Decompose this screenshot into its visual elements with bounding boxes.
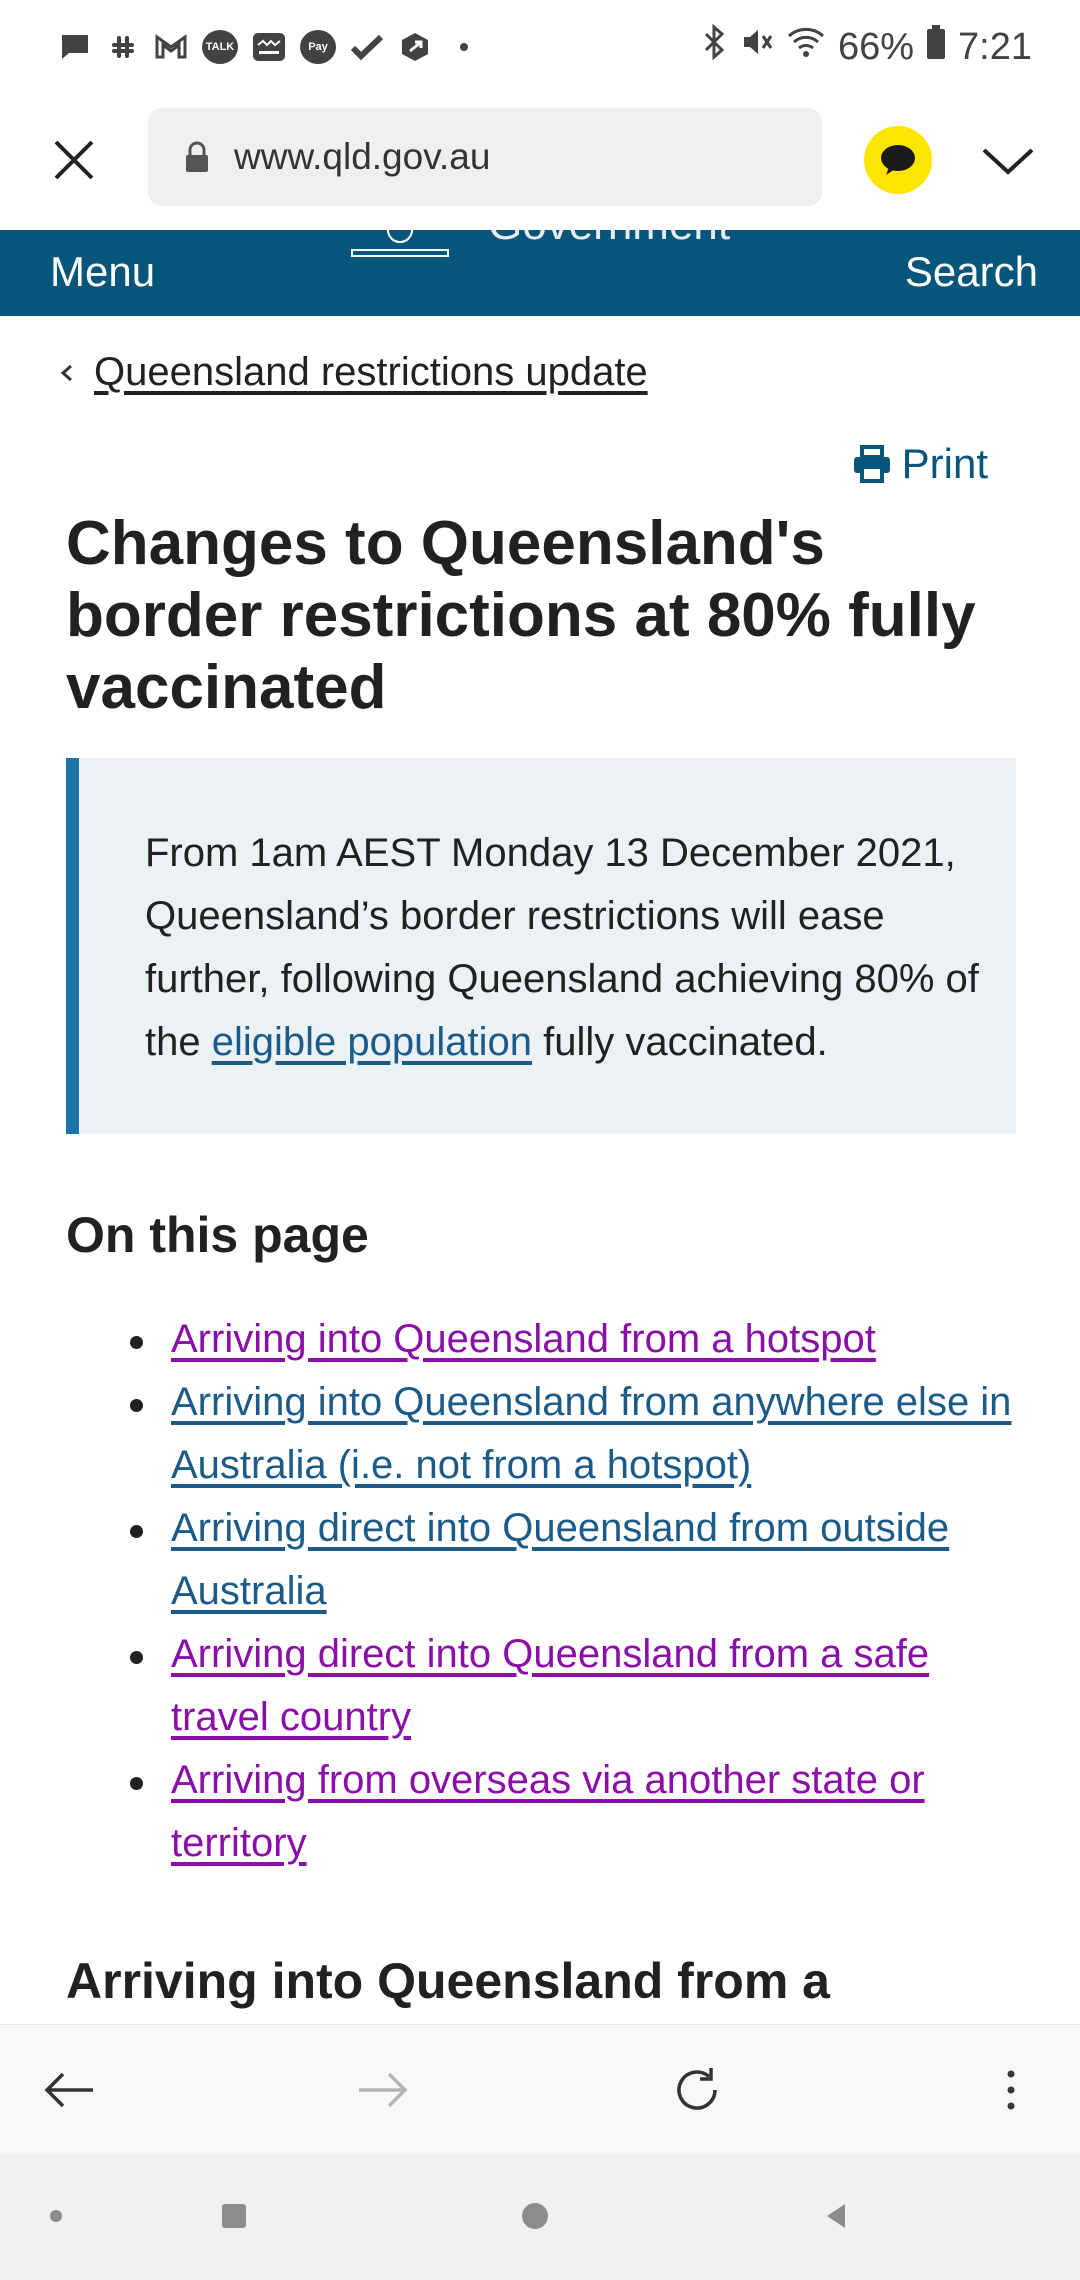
kakaotalk-share-button[interactable] bbox=[864, 126, 932, 194]
toc-link-overseas-via-state[interactable]: Arriving from overseas via another state… bbox=[171, 1758, 925, 1865]
breadcrumb: Queensland restrictions update bbox=[58, 350, 648, 395]
page-title: Changes to Queensland's border restricti… bbox=[66, 509, 976, 722]
on-this-page-heading: On this page bbox=[66, 1207, 369, 1263]
search-button[interactable]: Search bbox=[905, 248, 1038, 296]
circle-icon bbox=[522, 2203, 548, 2229]
chevron-left-icon[interactable] bbox=[58, 358, 76, 388]
slack-icon bbox=[106, 30, 140, 64]
breadcrumb-link[interactable]: Queensland restrictions update bbox=[94, 350, 648, 395]
menu-button[interactable]: Menu bbox=[50, 248, 155, 296]
lock-icon[interactable] bbox=[184, 141, 210, 173]
talk-icon: TALK bbox=[202, 30, 238, 64]
toc-link-safe-travel[interactable]: Arriving direct into Queensland from a s… bbox=[171, 1632, 929, 1739]
pay-icon: Pay bbox=[300, 30, 336, 64]
government-wordmark: Government bbox=[488, 230, 730, 250]
battery-percent: 66% bbox=[837, 25, 915, 68]
notification-icons: TALK Pay bbox=[58, 30, 468, 64]
keyboard-dot-button[interactable] bbox=[34, 2194, 78, 2238]
print-label[interactable]: Print bbox=[902, 440, 988, 488]
system-back-button[interactable] bbox=[814, 2194, 858, 2238]
eligible-population-link[interactable]: eligible population bbox=[212, 1020, 532, 1064]
page-content: Queensland restrictions update Print Cha… bbox=[0, 316, 1080, 2024]
battery-icon bbox=[926, 24, 946, 70]
kebab-menu-icon bbox=[1007, 2070, 1015, 2110]
bluetooth-icon bbox=[700, 23, 728, 70]
list-item: Arriving direct into Queensland from a s… bbox=[130, 1623, 1030, 1749]
url-text[interactable]: www.qld.gov.au bbox=[234, 136, 490, 178]
list-item: Arriving into Queensland from anywhere e… bbox=[130, 1371, 1030, 1497]
browser-url-bar: www.qld.gov.au bbox=[0, 100, 1080, 230]
shield-app-icon bbox=[398, 30, 432, 64]
more-notifications-dot bbox=[460, 43, 468, 51]
section-heading: Arriving into Queensland from a bbox=[66, 1953, 830, 2009]
on-this-page-list: Arriving into Queensland from a hotspot … bbox=[130, 1308, 1030, 1875]
browser-toolbar bbox=[0, 2024, 1080, 2154]
check-icon bbox=[350, 30, 384, 64]
toc-link-outside-australia[interactable]: Arriving direct into Queensland from out… bbox=[171, 1506, 949, 1613]
callout-text: From 1am AEST Monday 13 December 2021, Q… bbox=[145, 822, 985, 1074]
square-icon bbox=[222, 2204, 246, 2228]
print-button[interactable]: Print bbox=[852, 440, 988, 488]
list-item: Arriving direct into Queensland from out… bbox=[130, 1497, 1030, 1623]
close-tab-button[interactable] bbox=[44, 130, 104, 190]
refresh-icon bbox=[677, 2068, 717, 2110]
clock: 7:21 bbox=[958, 25, 1032, 68]
arrow-left-icon bbox=[44, 2072, 93, 2108]
status-bar: TALK Pay 66% 7:21 bbox=[0, 0, 1080, 100]
callout-text-after: fully vaccinated. bbox=[531, 1020, 828, 1064]
mute-icon bbox=[740, 25, 774, 69]
chevron-down-icon[interactable] bbox=[978, 130, 1038, 190]
system-status: 66% 7:21 bbox=[700, 23, 1032, 70]
forward-button[interactable] bbox=[348, 2055, 418, 2125]
wifi-icon bbox=[786, 25, 826, 69]
printer-icon bbox=[853, 445, 890, 483]
system-navigation-bar bbox=[0, 2154, 1080, 2280]
toc-link-hotspot[interactable]: Arriving into Queensland from a hotspot bbox=[171, 1317, 876, 1361]
triangle-back-icon bbox=[827, 2204, 845, 2228]
message-icon bbox=[58, 30, 92, 64]
kia-connect-icon bbox=[252, 30, 286, 64]
recents-button[interactable] bbox=[212, 2194, 256, 2238]
reload-button[interactable] bbox=[662, 2055, 732, 2125]
list-item: Arriving from overseas via another state… bbox=[130, 1749, 1030, 1875]
home-button[interactable] bbox=[513, 2194, 557, 2238]
toc-link-elsewhere-australia[interactable]: Arriving into Queensland from anywhere e… bbox=[171, 1380, 1011, 1487]
alert-callout: From 1am AEST Monday 13 December 2021, Q… bbox=[66, 758, 1016, 1134]
list-item: Arriving into Queensland from a hotspot bbox=[130, 1308, 1030, 1371]
back-button[interactable] bbox=[34, 2055, 104, 2125]
site-header: Menu Government Search bbox=[0, 230, 1080, 316]
coat-of-arms-icon[interactable] bbox=[346, 230, 454, 260]
arrow-right-icon bbox=[359, 2072, 408, 2108]
gmail-icon bbox=[154, 30, 188, 64]
more-options-button[interactable] bbox=[976, 2055, 1046, 2125]
address-field[interactable]: www.qld.gov.au bbox=[148, 108, 822, 206]
